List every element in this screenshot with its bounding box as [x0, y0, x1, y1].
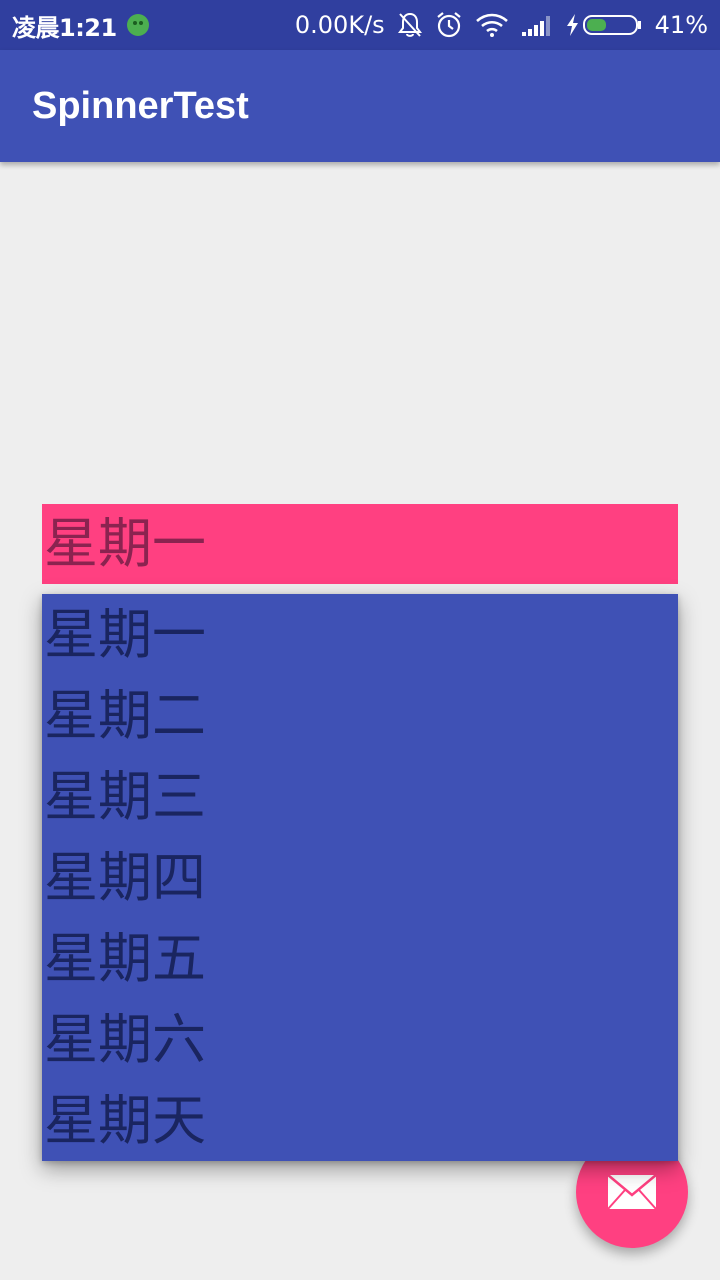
status-right: 0.00K/s 41% — [295, 11, 708, 39]
alarm-icon — [435, 11, 463, 39]
battery-group — [565, 12, 643, 38]
dropdown-item[interactable]: 星期六 — [42, 999, 678, 1080]
screen: 凌晨1:21 0.00K/s 41% SpinnerTest 星期一 星期一 星… — [0, 0, 720, 1280]
dropdown-item[interactable]: 星期三 — [42, 756, 678, 837]
dropdown-item[interactable]: 星期天 — [42, 1080, 678, 1161]
notify-app-icon — [126, 14, 149, 36]
signal-icon — [521, 13, 553, 37]
dropdown-item[interactable]: 星期一 — [42, 594, 678, 675]
status-bar: 凌晨1:21 0.00K/s 41% — [0, 0, 720, 50]
mail-icon — [607, 1174, 657, 1210]
dropdown-item[interactable]: 星期二 — [42, 675, 678, 756]
battery-fill — [586, 19, 606, 31]
dropdown-item[interactable]: 星期四 — [42, 837, 678, 918]
battery-percent: 41% — [654, 11, 708, 39]
spinner-selected-value: 星期一 — [44, 512, 206, 575]
app-bar: SpinnerTest — [0, 50, 720, 162]
mute-bell-icon — [397, 11, 423, 39]
spinner[interactable]: 星期一 — [42, 504, 678, 584]
wifi-icon — [475, 12, 509, 38]
battery-icon — [566, 14, 641, 36]
dropdown-item[interactable]: 星期五 — [42, 918, 678, 999]
status-left: 凌晨1:21 — [12, 8, 149, 43]
status-time: 凌晨1:21 — [12, 13, 117, 42]
charging-icon — [566, 14, 578, 36]
net-speed: 0.00K/s — [294, 11, 385, 39]
app-title: SpinnerTest — [32, 84, 249, 127]
spinner-dropdown: 星期一 星期二 星期三 星期四 星期五 星期六 星期天 — [42, 594, 678, 1161]
